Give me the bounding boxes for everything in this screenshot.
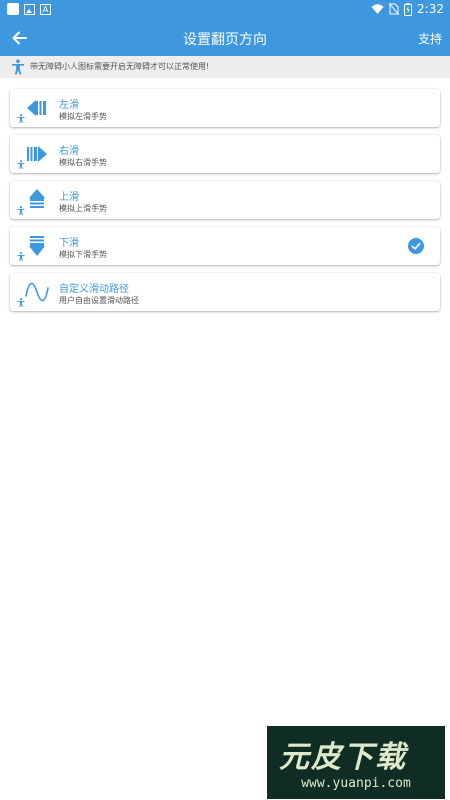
option-custom-path[interactable]: 自定义滑动路径 用户自由设置滑动路径 bbox=[10, 273, 440, 311]
option-subtitle: 模拟左滑手势 bbox=[59, 112, 107, 121]
option-title: 左滑 bbox=[59, 100, 79, 111]
option-swipe-down[interactable]: 下滑 模拟下滑手势 bbox=[10, 227, 440, 265]
watermark-logo: 元皮下载 www.yuanpi.com bbox=[267, 726, 445, 799]
square-icon bbox=[7, 3, 19, 15]
image-icon bbox=[24, 3, 35, 15]
system-icons: 2:32 bbox=[371, 2, 444, 16]
notice-text: 带无障碍小人图标需要开启无障碍才可以正常使用! bbox=[30, 62, 210, 71]
wifi-icon bbox=[371, 4, 384, 14]
option-subtitle: 用户自由设置滑动路径 bbox=[59, 296, 139, 305]
option-subtitle: 模拟右滑手势 bbox=[59, 158, 107, 167]
support-button[interactable]: 支持 bbox=[418, 30, 442, 47]
watermark-url: www.yuanpi.com bbox=[301, 776, 411, 791]
watermark-brand: 元皮下载 bbox=[279, 740, 407, 775]
option-swipe-right[interactable]: 右滑 模拟右滑手势 bbox=[10, 135, 440, 173]
accessibility-mark-icon bbox=[17, 252, 25, 261]
accessibility-mark-icon bbox=[17, 298, 25, 307]
direction-list: 左滑 模拟左滑手势 右滑 模拟右滑手势 上滑 模拟上滑手势 下滑 模拟下滑手势 … bbox=[10, 89, 440, 319]
no-sim-icon bbox=[389, 3, 400, 15]
accessibility-mark-icon bbox=[17, 114, 25, 123]
option-subtitle: 模拟上滑手势 bbox=[59, 204, 107, 213]
option-subtitle: 模拟下滑手势 bbox=[59, 250, 107, 259]
battery-icon bbox=[404, 2, 413, 16]
status-bar: A 2:32 bbox=[0, 0, 450, 20]
accessibility-mark-icon bbox=[17, 160, 25, 169]
clock: 2:32 bbox=[417, 2, 444, 16]
accessibility-notice: 带无障碍小人图标需要开启无障碍才可以正常使用! bbox=[0, 56, 450, 78]
option-title: 下滑 bbox=[59, 238, 79, 249]
swipe-right-icon bbox=[27, 146, 47, 162]
option-title: 右滑 bbox=[59, 146, 79, 157]
swipe-left-icon bbox=[27, 100, 46, 116]
page-title: 设置翻页方向 bbox=[183, 32, 267, 48]
app-bar: 设置翻页方向 支持 bbox=[0, 20, 450, 56]
selected-check-icon bbox=[408, 238, 424, 254]
option-swipe-up[interactable]: 上滑 模拟上滑手势 bbox=[10, 181, 440, 219]
option-swipe-left[interactable]: 左滑 模拟左滑手势 bbox=[10, 89, 440, 127]
option-title: 上滑 bbox=[59, 192, 79, 203]
notification-icons: A bbox=[7, 3, 51, 15]
custom-path-icon bbox=[25, 282, 49, 302]
accessibility-person-icon bbox=[12, 59, 24, 75]
accessibility-mark-icon bbox=[17, 206, 25, 215]
swipe-down-icon bbox=[29, 236, 45, 256]
option-title: 自定义滑动路径 bbox=[59, 284, 129, 295]
a-icon: A bbox=[40, 3, 51, 15]
swipe-up-icon bbox=[29, 189, 45, 208]
